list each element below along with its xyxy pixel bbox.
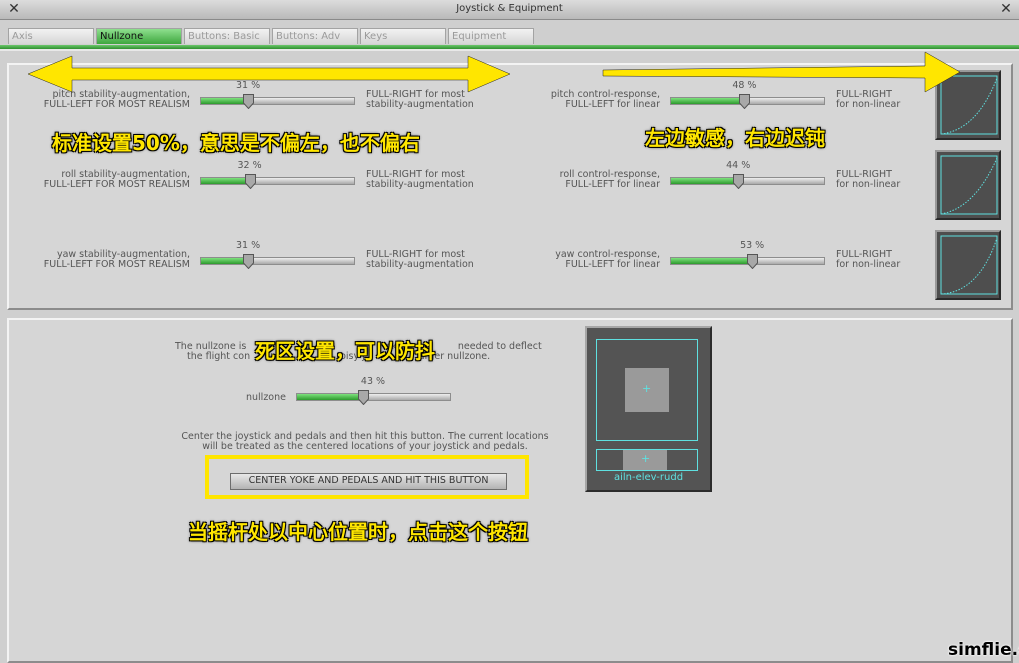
watermark: simflie.cn [948, 640, 1019, 660]
annotation-arrows [27, 51, 961, 93]
annotation-nullzone: 死区设置，可以防抖 [255, 339, 435, 363]
double-arrow-icon [27, 55, 511, 93]
annotation-sensitivity: 左边敏感，右边迟钝 [645, 126, 825, 150]
right-arrow-icon [602, 51, 961, 93]
annotation-center-button: 当摇杆处以中心位置时，点击这个按钮 [188, 520, 528, 544]
annotation-standard-setting: 标准设置50%，意思是不偏左，也不偏右 [52, 131, 420, 155]
